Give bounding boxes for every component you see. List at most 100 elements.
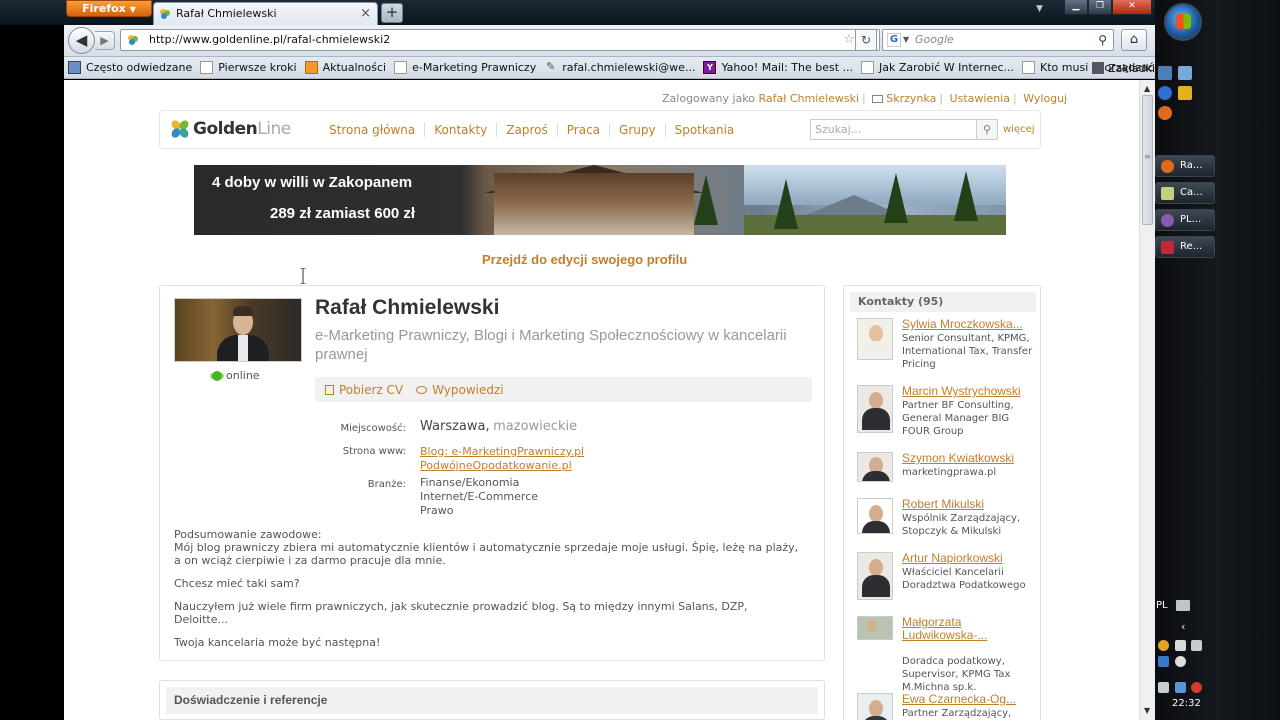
scroll-down-icon[interactable]: ▼ (1144, 706, 1150, 715)
bookmark-star-icon[interactable]: ☆ (843, 30, 855, 50)
contact-item[interactable]: Marcin Wystrychowski Partner BF Consulti… (857, 385, 1037, 437)
more-link[interactable]: więcej (1003, 124, 1035, 135)
new-tab-button[interactable]: + (381, 3, 403, 23)
photo-hair (233, 306, 253, 316)
firefox-menu-button[interactable]: Firefox ▼ (66, 0, 152, 17)
contact-name[interactable]: Artur Napiorkowski (902, 552, 1003, 565)
contact-name[interactable]: Małgorzata Ludwikowska-... (902, 616, 1032, 642)
website-label: Strona www: (342, 446, 406, 457)
taskbar-item-pl[interactable]: PL... (1155, 209, 1215, 231)
settings-link[interactable]: Ustawienia (950, 92, 1010, 105)
scroll-up-icon[interactable]: ▲ (1144, 84, 1150, 93)
bookmark-item[interactable]: Y Yahoo! Mail: The best ... (703, 61, 853, 74)
bookmark-item[interactable]: Jak Zarobić W Internec... (861, 61, 1014, 74)
goldenline-logo[interactable]: Golden Line (170, 119, 291, 139)
logout-link[interactable]: Wyloguj (1023, 92, 1067, 105)
taskbar-clock[interactable]: 22:32 (1172, 698, 1201, 709)
bookmarks-menu-button[interactable]: Zakładki (1092, 57, 1155, 79)
search-box[interactable]: G ▼ Google ⚲ (882, 29, 1114, 51)
location-value: Warszawa, mazowieckie (420, 420, 577, 434)
separator: | (862, 92, 866, 105)
contact-item[interactable]: Artur Napiorkowski Właściciel Kancelarii… (857, 552, 1037, 600)
nav-jobs[interactable]: Praca (556, 123, 609, 137)
maximize-icon[interactable]: ❐ (1088, 0, 1112, 15)
online-status: online (212, 369, 260, 382)
language-indicator[interactable]: PL (1156, 600, 1168, 611)
taskbar-item-firefox[interactable]: Ra... (1155, 155, 1215, 177)
tray-device-icon[interactable] (1158, 682, 1169, 693)
ad-banner[interactable]: 4 doby w willi w Zakopanem 289 zł zamias… (194, 165, 1006, 235)
search-icon[interactable]: ⚲ (1098, 30, 1107, 50)
tray-tool-icon[interactable] (1175, 640, 1186, 651)
banner-tree (694, 175, 718, 225)
profile-box: online Rafał Chmielewski e-Marketing Pra… (159, 285, 825, 661)
contact-description: Doradca podatkowy, Supervisor, KPMG Tax … (902, 656, 1011, 693)
nav-invite[interactable]: Zaproś (496, 123, 556, 137)
volume-muted-icon[interactable] (1191, 682, 1202, 693)
contact-avatar (857, 616, 893, 640)
taskbar-item-recorder[interactable]: Re... (1155, 236, 1215, 258)
switch-windows-icon[interactable] (1178, 66, 1192, 80)
website-link[interactable]: PodwójneOpodatkowanie.pl (420, 459, 584, 473)
bookmark-item[interactable]: e-Marketing Prawniczy (394, 61, 536, 74)
home-icon: ⌂ (1129, 32, 1139, 47)
user-link[interactable]: Rafał Chmielewski (759, 92, 860, 105)
tray-sync-icon[interactable] (1175, 656, 1186, 667)
bookmark-item[interactable]: Aktualności (304, 61, 387, 74)
contact-name[interactable]: Ewa Czarnecka-Og... (902, 693, 1016, 706)
tray-app-icon[interactable] (1158, 640, 1169, 651)
contacts-heading[interactable]: Kontakty (95) (850, 292, 1036, 312)
download-cv-button[interactable]: Pobierz CV (325, 383, 403, 397)
reload-button[interactable]: ↻ (855, 29, 877, 51)
web-page: Zalogowany jako Rafał Chmielewski | Skrzy… (64, 80, 1139, 720)
nav-home[interactable]: Strona główna (320, 123, 424, 137)
start-button[interactable] (1164, 3, 1202, 41)
nav-contacts[interactable]: Kontakty (424, 123, 496, 137)
tab-list-icon[interactable]: ▼ (1036, 4, 1043, 14)
home-button[interactable]: ⌂ (1121, 29, 1147, 51)
close-window-icon[interactable]: ✕ (1112, 0, 1152, 15)
close-tab-icon[interactable]: × (360, 3, 371, 24)
firefox-icon[interactable] (1158, 106, 1172, 120)
media-player-icon[interactable] (1178, 86, 1192, 100)
minimize-icon[interactable]: ▁ (1064, 0, 1088, 15)
contact-name[interactable]: Sylwia Mroczkowska... (902, 318, 1023, 331)
chevron-down-icon[interactable]: ▼ (903, 30, 909, 50)
taskbar-item-camtasia[interactable]: Ca... (1155, 182, 1215, 204)
tray-monitor-icon[interactable] (1191, 640, 1202, 651)
nav-meetings[interactable]: Spotkania (664, 123, 744, 137)
inbox-link[interactable]: Skrzynka (886, 92, 936, 105)
bookmark-item[interactable]: ✎ rafal.chmielewski@we... (544, 61, 695, 74)
contact-name[interactable]: Marcin Wystrychowski (902, 385, 1021, 398)
contact-avatar (857, 498, 893, 534)
bookmark-item[interactable]: Pierwsze kroki (200, 61, 297, 74)
site-search-button[interactable]: ⚲ (976, 119, 998, 140)
bookmarks-menu-icon (1092, 62, 1105, 74)
tray-network-icon[interactable] (1158, 656, 1169, 667)
statements-button[interactable]: Wypowiedzi (416, 383, 504, 397)
internet-explorer-icon[interactable] (1158, 86, 1172, 100)
forward-button[interactable]: ▶ (95, 31, 115, 50)
separator: | (939, 92, 944, 105)
show-desktop-icon[interactable] (1158, 66, 1172, 80)
website-link[interactable]: Blog: e-MarketingPrawniczy.pl (420, 445, 584, 459)
edit-profile-link[interactable]: Przejdź do edycji swojego profilu (482, 252, 687, 267)
address-bar[interactable]: http://www.goldenline.pl/rafal-chmielews… (120, 29, 880, 51)
chevron-left-icon[interactable]: ‹ (1181, 620, 1185, 633)
contact-name[interactable]: Robert Mikulski (902, 498, 984, 511)
contact-name[interactable]: Szymon Kwiatkowski (902, 452, 1014, 465)
bookmark-label: Aktualności (322, 61, 387, 74)
windows-logo-icon (1176, 14, 1191, 29)
keyboard-icon[interactable] (1176, 600, 1190, 611)
browser-tab[interactable]: Rafał Chmielewski × (153, 2, 378, 25)
page-scrollbar[interactable]: ▲ ≡ ▼ (1139, 80, 1155, 720)
bookmark-item[interactable]: Często odwiedzane (68, 61, 192, 74)
tray-connection-icon[interactable] (1175, 682, 1186, 693)
back-button[interactable]: ◀ (68, 27, 95, 54)
site-search-input[interactable]: Szukaj... (810, 119, 998, 140)
bookmark-label: Pierwsze kroki (218, 61, 297, 74)
navigation-toolbar: ◀ ▶ http://www.goldenline.pl/rafal-chmie… (64, 25, 1155, 57)
nav-groups[interactable]: Grupy (609, 123, 665, 137)
logo-text-line: Line (257, 119, 291, 139)
speech-bubble-icon (416, 385, 428, 394)
